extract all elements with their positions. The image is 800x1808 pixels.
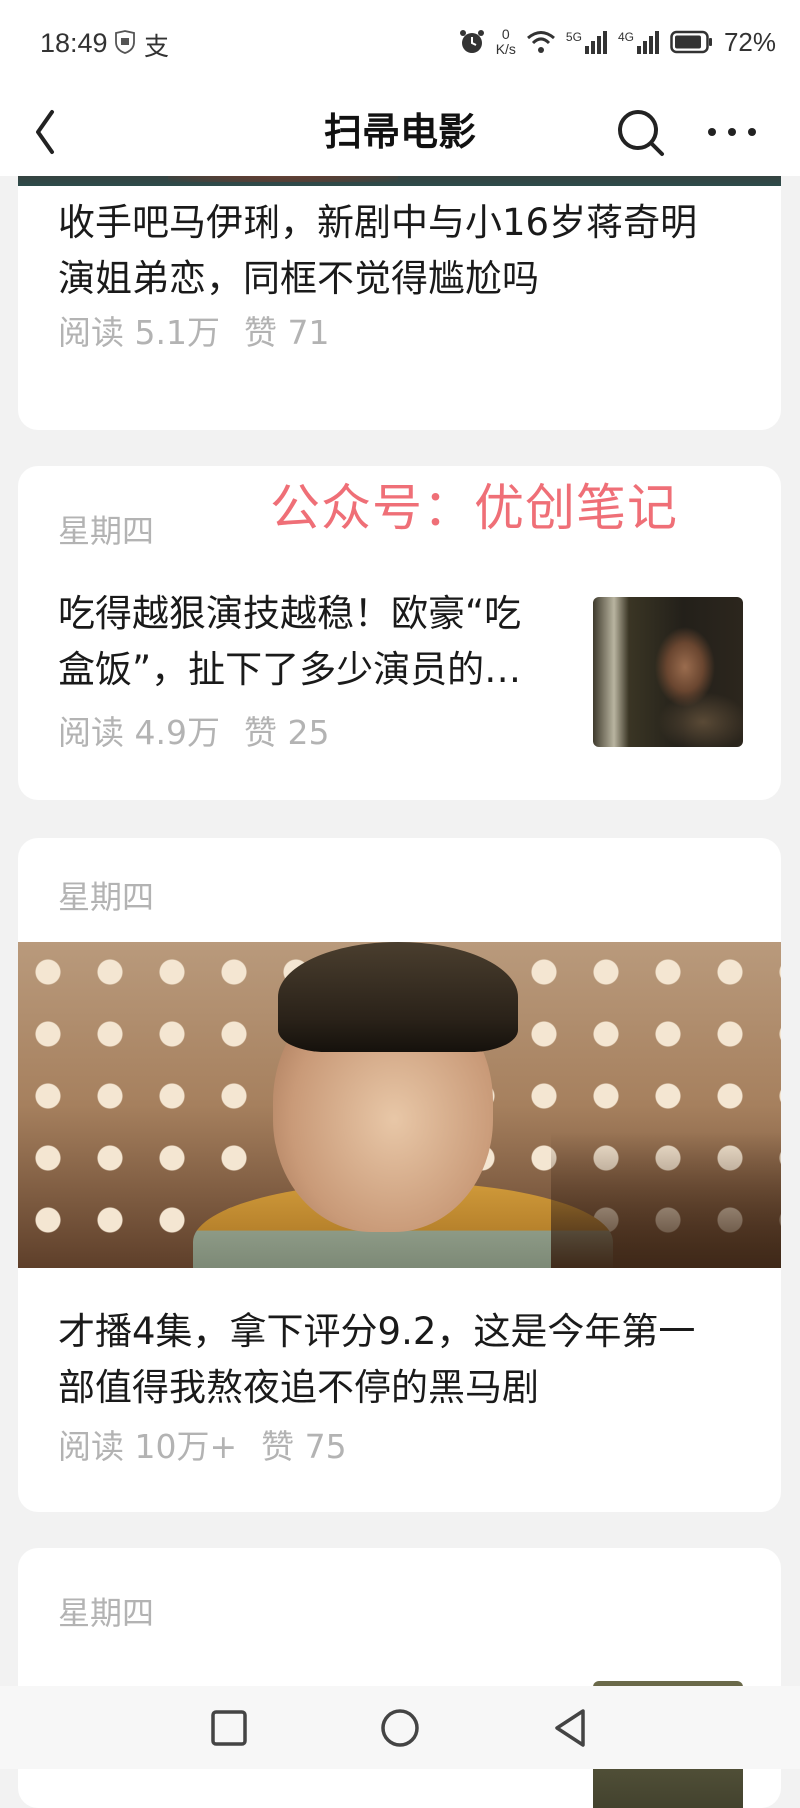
article-card-3[interactable]: 星期四 才播4集，拿下评分9.2，这是今年第一 部值得我熬夜追不停的黑马剧 阅读… [18, 838, 781, 1512]
signal-4g-label: 4G [617, 30, 634, 44]
read-count: 阅读 10万+ [58, 1427, 238, 1466]
alipay-icon: 支 [144, 33, 170, 61]
signal-4g: 4G [618, 30, 660, 54]
signal-5g-label: 5G [565, 30, 582, 44]
system-nav-bar [0, 1686, 800, 1769]
more-icon[interactable] [702, 104, 762, 160]
watermark: 公众号：优创笔记 [270, 479, 678, 537]
article-title[interactable]: 吃得越狠演技越稳！欧豪“吃 盒饭”，扯下了多少演员的… [58, 586, 578, 698]
signal-icon [636, 31, 659, 54]
read-count: 阅读 4.9万 [58, 713, 220, 752]
cover-figure-hat [278, 942, 518, 1052]
article-title-line: 收手吧马伊琍，新剧中与小16岁蒋奇明 [58, 201, 698, 244]
network-speed: 0 K/s [496, 27, 516, 57]
signal-icon [584, 31, 607, 54]
article-title[interactable]: 收手吧马伊琍，新剧中与小16岁蒋奇明 演姐弟恋，同框不觉得尴尬吗 [58, 195, 697, 307]
article-cover-image[interactable] [18, 942, 781, 1268]
article-title-line: 吃得越狠演技越稳！欧豪“吃 [58, 592, 522, 635]
page-title: 扫帚电影 [323, 110, 476, 154]
home-icon[interactable] [376, 1704, 424, 1752]
like-count: 赞 75 [261, 1427, 347, 1466]
status-time: 18:49 [40, 28, 108, 58]
publish-day: 星期四 [58, 512, 155, 550]
top-nav-bar: 扫帚电影 [0, 90, 800, 176]
article-title[interactable]: 才播4集，拿下评分9.2，这是今年第一 部值得我熬夜追不停的黑马剧 [58, 1304, 695, 1416]
article-title-line: 演姐弟恋，同框不觉得尴尬吗 [58, 257, 539, 300]
like-count: 赞 71 [243, 313, 330, 352]
article-card-1[interactable]: 收手吧马伊琍，新剧中与小16岁蒋奇明 演姐弟恋，同框不觉得尴尬吗 阅读 5.1万… [18, 150, 781, 430]
network-speed-value: 0 [501, 26, 510, 42]
back-nav-icon[interactable] [547, 1704, 595, 1752]
read-count: 阅读 5.1万 [58, 313, 220, 352]
cover-shadow [551, 1132, 781, 1268]
article-meta: 阅读 5.1万赞 71 [58, 306, 329, 354]
network-speed-unit: K/s [495, 41, 516, 57]
article-meta: 阅读 4.9万赞 25 [58, 706, 329, 754]
alarm-icon [459, 30, 484, 53]
recent-apps-icon[interactable] [205, 1704, 253, 1752]
search-icon[interactable] [612, 104, 668, 160]
publish-day: 星期四 [58, 878, 155, 916]
wifi-icon [526, 31, 555, 53]
article-title-line: 盒饭”，扯下了多少演员的… [58, 648, 522, 691]
article-title-line: 部值得我熬夜追不停的黑马剧 [58, 1366, 539, 1409]
battery-percent: 72% [723, 26, 776, 57]
publish-day: 星期四 [58, 1594, 155, 1632]
article-meta: 阅读 10万+ 赞 75 [58, 1420, 347, 1468]
like-count: 赞 25 [243, 713, 330, 752]
signal-5g: 5G [566, 30, 608, 54]
article-card-4[interactable]: 星期四 [18, 1548, 781, 1808]
battery-icon [670, 30, 712, 54]
article-thumbnail[interactable] [593, 597, 743, 747]
back-icon[interactable] [30, 104, 86, 160]
shield-icon [115, 30, 135, 54]
status-right-group: 0 K/s 5G 4G 72% [458, 26, 776, 58]
article-title-line: 才播4集，拿下评分9.2，这是今年第一 [58, 1310, 696, 1353]
status-bar: 18:49 支 0 K/s 5G 4G 72% [0, 0, 800, 90]
